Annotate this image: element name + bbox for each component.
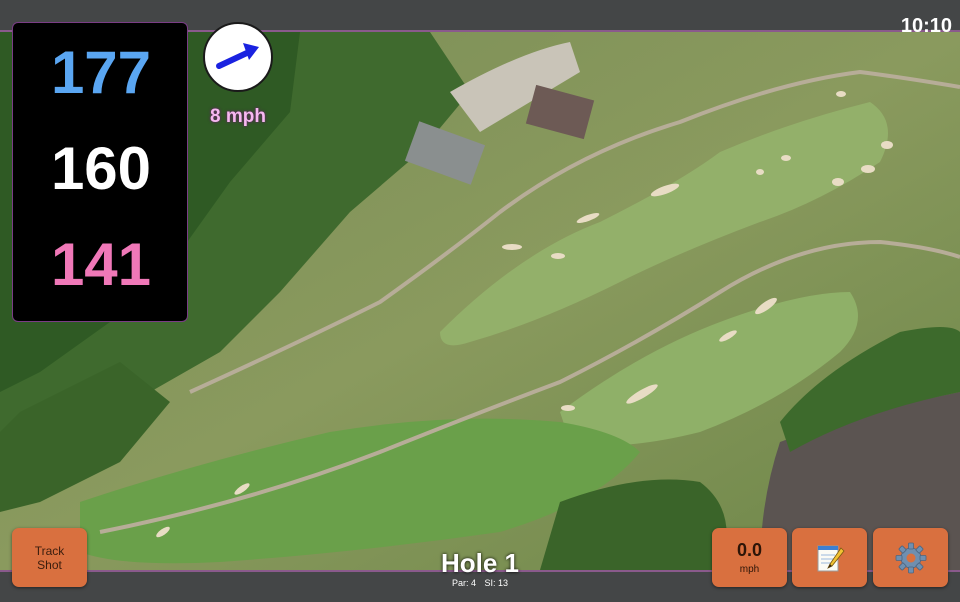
notepad-pencil-icon: [817, 545, 845, 571]
wind-direction-indicator: [203, 22, 273, 92]
notes-button[interactable]: [792, 528, 867, 587]
speed-value: 0.0: [736, 539, 763, 560]
gear-icon: [895, 542, 926, 573]
track-shot-label-line2: Shot: [37, 557, 62, 572]
wind-direction-arrow-icon: [216, 43, 259, 69]
hole-title: Hole 1: [440, 548, 520, 578]
speed-button[interactable]: 0.0 mph: [712, 528, 787, 587]
yardage-panel: 177 160 141: [12, 22, 188, 322]
middle-distance: 160: [50, 135, 152, 202]
settings-button[interactable]: [873, 528, 948, 587]
hole-meta: Par: 4 SI: 13: [380, 578, 580, 588]
front-distance: 141: [50, 231, 152, 298]
wind-speed: 8 mph: [210, 106, 266, 127]
speed-unit: mph: [739, 563, 760, 575]
hole-par: Par: 4: [451, 578, 476, 588]
back-distance: 177: [50, 39, 152, 106]
track-shot-label-line1: Track: [34, 543, 65, 558]
track-shot-button[interactable]: Track Shot: [12, 528, 87, 587]
hole-stroke-index: SI: 13: [484, 578, 509, 588]
